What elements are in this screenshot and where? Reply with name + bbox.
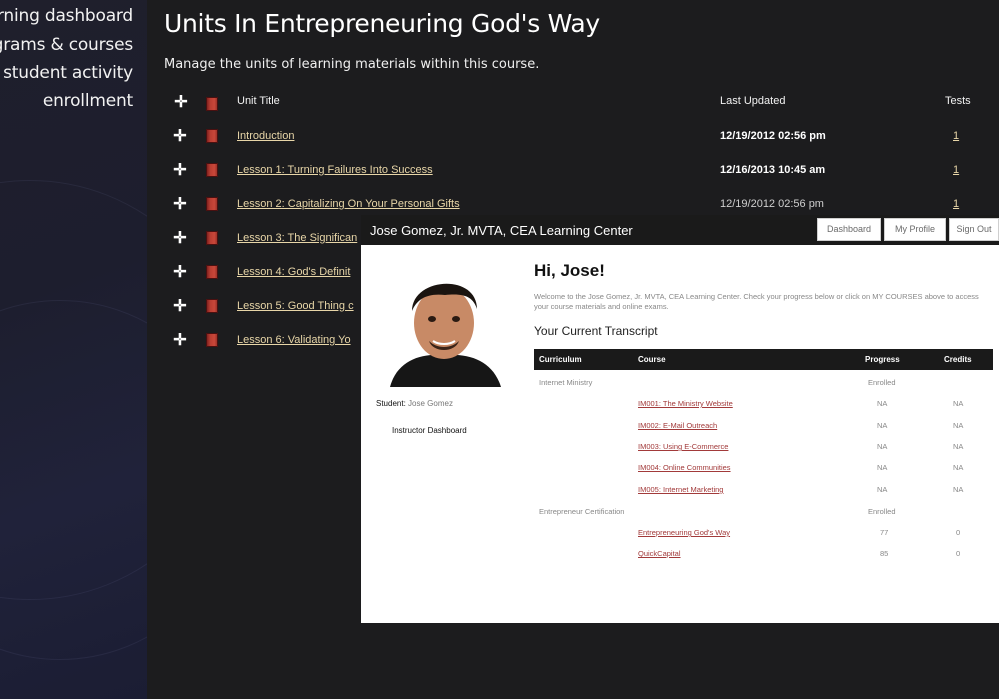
nav-student-activity[interactable]: student activity xyxy=(3,63,133,83)
book-icon xyxy=(206,129,218,143)
unit-row: ✛ Introduction 12/19/2012 02:56 pm 1 xyxy=(164,124,994,152)
sign-out-button[interactable]: Sign Out xyxy=(949,218,999,241)
credits-value: 0 xyxy=(956,528,961,537)
transcript-row: Internet Ministry Enrolled xyxy=(534,376,993,390)
curriculum-name: Entrepreneur Certification xyxy=(539,507,625,516)
transcript-row: IM005: Internet Marketing NA NA xyxy=(534,483,993,497)
unit-tests-link[interactable]: 1 xyxy=(953,164,959,176)
col-progress: Progress xyxy=(865,355,900,364)
book-icon xyxy=(206,231,218,245)
progress-value: NA xyxy=(877,399,888,408)
course-link[interactable]: IM002: E-Mail Outreach xyxy=(638,421,717,430)
student-info: Student: Jose Gomez xyxy=(376,399,453,408)
transcript-row: IM003: Using E-Commerce NA NA xyxy=(534,440,993,454)
progress-value: 85 xyxy=(880,549,889,558)
sidebar: learning dashboard programs & courses st… xyxy=(0,0,147,699)
unit-title-link[interactable]: Lesson 1: Turning Failures Into Success xyxy=(237,164,433,176)
unit-row: ✛ Lesson 1: Turning Failures Into Succes… xyxy=(164,158,994,186)
credits-value: NA xyxy=(953,463,964,472)
drag-handle-icon[interactable]: ✛ xyxy=(172,231,188,247)
book-icon xyxy=(206,333,218,347)
course-link[interactable]: IM003: Using E-Commerce xyxy=(638,442,728,451)
background-arc xyxy=(0,300,147,660)
book-icon xyxy=(206,265,218,279)
student-label: Student: xyxy=(376,399,406,408)
instructor-dashboard-link[interactable]: Instructor Dashboard xyxy=(392,426,467,435)
course-link[interactable]: IM005: Internet Marketing xyxy=(638,485,723,494)
transcript-row: QuickCapital 85 0 xyxy=(534,547,993,561)
units-table-header: ✛ Unit Title Last Updated Tests xyxy=(147,93,999,113)
col-curriculum: Curriculum xyxy=(539,355,582,364)
welcome-text: Welcome to the Jose Gomez, Jr. MVTA, CEA… xyxy=(534,292,979,311)
course-link[interactable]: IM004: Online Communities xyxy=(638,463,731,472)
learning-center-panel: Student: Jose Gomez Instructor Dashboard… xyxy=(361,245,999,623)
progress-value: 77 xyxy=(880,528,889,537)
learning-center-brand: Jose Gomez, Jr. MVTA, CEA Learning Cente… xyxy=(370,223,633,238)
course-link[interactable]: Entrepreneuring God's Way xyxy=(638,528,730,537)
drag-handle-icon[interactable]: ✛ xyxy=(172,299,188,315)
transcript-row: Entrepreneuring God's Way 77 0 xyxy=(534,526,993,540)
move-icon: ✛ xyxy=(174,94,188,111)
transcript-row: Entrepreneur Certification Enrolled xyxy=(534,505,993,519)
book-icon xyxy=(206,197,218,211)
unit-title-link[interactable]: Lesson 4: God's Definit xyxy=(237,266,350,278)
unit-title-link[interactable]: Lesson 5: Good Thing c xyxy=(237,300,354,312)
my-profile-button[interactable]: My Profile xyxy=(884,218,946,241)
progress-value: NA xyxy=(877,485,888,494)
unit-tests-link[interactable]: 1 xyxy=(953,198,959,210)
avatar xyxy=(385,261,503,387)
learning-center-topbar: Jose Gomez, Jr. MVTA, CEA Learning Cente… xyxy=(361,215,999,245)
unit-title-link[interactable]: Lesson 6: Validating Yo xyxy=(237,334,351,346)
nav-programs-courses[interactable]: programs & courses xyxy=(0,35,133,55)
credits-value: NA xyxy=(953,442,964,451)
col-tests: Tests xyxy=(945,95,971,107)
progress-value: Enrolled xyxy=(868,378,896,387)
unit-title-link[interactable]: Lesson 3: The Significan xyxy=(237,232,357,244)
col-credits: Credits xyxy=(944,355,972,364)
nav-learning-dashboard[interactable]: learning dashboard xyxy=(0,6,133,26)
book-icon xyxy=(206,299,218,313)
transcript-row: IM002: E-Mail Outreach NA NA xyxy=(534,419,993,433)
progress-value: Enrolled xyxy=(868,507,896,516)
col-course: Course xyxy=(638,355,666,364)
page-subtitle: Manage the units of learning materials w… xyxy=(164,57,540,72)
curriculum-name: Internet Ministry xyxy=(539,378,593,387)
unit-last-updated: 12/19/2012 02:56 pm xyxy=(720,130,826,142)
transcript-row: IM004: Online Communities NA NA xyxy=(534,461,993,475)
credits-value: NA xyxy=(953,421,964,430)
dashboard-button[interactable]: Dashboard xyxy=(817,218,881,241)
book-icon xyxy=(206,163,218,177)
col-unit-title: Unit Title xyxy=(237,95,280,107)
credits-value: NA xyxy=(953,485,964,494)
course-link[interactable]: IM001: The Ministry Website xyxy=(638,399,733,408)
col-last-updated: Last Updated xyxy=(720,95,786,107)
transcript-row: IM001: The Ministry Website NA NA xyxy=(534,397,993,411)
drag-handle-icon[interactable]: ✛ xyxy=(172,197,188,213)
progress-value: NA xyxy=(877,442,888,451)
course-link[interactable]: QuickCapital xyxy=(638,549,681,558)
credits-value: 0 xyxy=(956,549,961,558)
student-photo xyxy=(385,261,503,387)
drag-handle-icon[interactable]: ✛ xyxy=(172,265,188,281)
transcript-header: Curriculum Course Progress Credits xyxy=(534,349,993,370)
student-name: Jose Gomez xyxy=(408,399,453,408)
nav-enrollment[interactable]: enrollment xyxy=(43,91,133,111)
transcript-title: Your Current Transcript xyxy=(534,324,658,338)
greeting: Hi, Jose! xyxy=(534,261,605,280)
drag-handle-icon[interactable]: ✛ xyxy=(172,333,188,349)
progress-value: NA xyxy=(877,421,888,430)
unit-last-updated: 12/16/2013 10:45 am xyxy=(720,164,826,176)
book-icon xyxy=(206,97,218,111)
unit-tests-link[interactable]: 1 xyxy=(953,130,959,142)
unit-title-link[interactable]: Introduction xyxy=(237,130,294,142)
progress-value: NA xyxy=(877,463,888,472)
credits-value: NA xyxy=(953,399,964,408)
unit-title-link[interactable]: Lesson 2: Capitalizing On Your Personal … xyxy=(237,198,460,210)
drag-handle-icon[interactable]: ✛ xyxy=(172,129,188,145)
drag-handle-icon[interactable]: ✛ xyxy=(172,163,188,179)
unit-last-updated: 12/19/2012 02:56 pm xyxy=(720,198,824,210)
page-title: Units In Entrepreneuring God's Way xyxy=(164,9,600,38)
